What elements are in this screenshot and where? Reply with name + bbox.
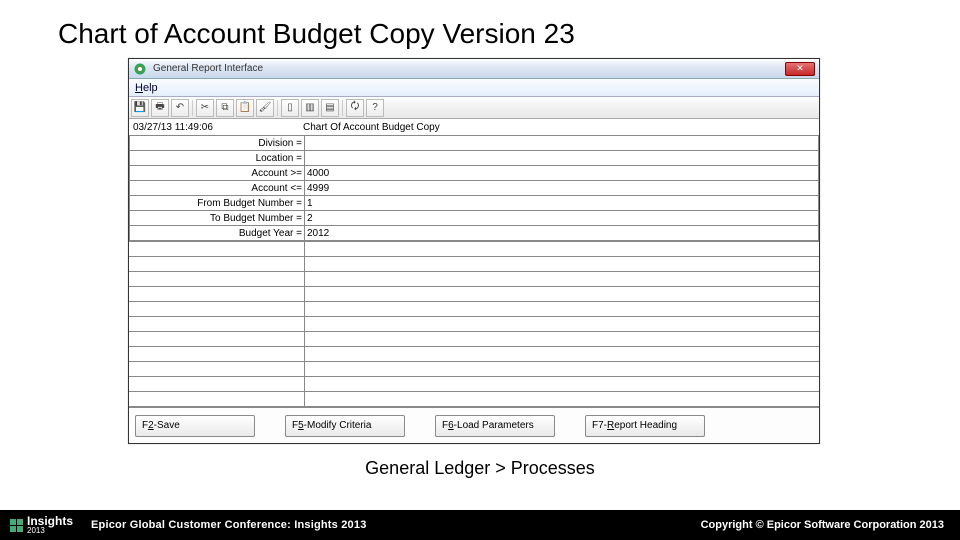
menubar: Help [129, 79, 819, 97]
empty-row [129, 302, 819, 317]
tb-print-button[interactable]: 🖶 [151, 99, 169, 117]
field-division: Division = [130, 136, 819, 151]
tb-col2-button[interactable]: ▥ [301, 99, 319, 117]
help-icon: ? [372, 102, 378, 113]
scissors-icon: ✂ [201, 102, 209, 113]
footer-copyright: Copyright © Epicor Software Corporation … [701, 519, 960, 531]
input-account-gte[interactable]: 4000 [305, 166, 819, 181]
empty-label-col [129, 317, 305, 331]
empty-row [129, 377, 819, 392]
info-row: 03/27/13 11:49:06 Chart Of Account Budge… [129, 119, 819, 135]
slide-footer: Insights 2013 Epicor Global Customer Con… [0, 510, 960, 540]
empty-label-col [129, 287, 305, 301]
timestamp: 03/27/13 11:49:06 [133, 122, 263, 133]
tb-separator-1 [192, 100, 193, 116]
printer-icon: 🖶 [155, 99, 164, 116]
app-icon [133, 62, 147, 76]
f7-report-button[interactable]: F7-Report Heading [585, 415, 705, 437]
empty-label-col [129, 347, 305, 361]
tb-undo-button[interactable]: ↶ [171, 99, 189, 117]
brush-icon: 🖌 [259, 102, 272, 113]
empty-row [129, 317, 819, 332]
empty-label-col [129, 257, 305, 271]
label-account-gte: Account >= [130, 166, 305, 181]
insights-logo: Insights 2013 [0, 515, 83, 535]
field-account-lte: Account <= 4999 [130, 181, 819, 196]
slide-title: Chart of Account Budget Copy Version 23 [0, 0, 960, 58]
form-title: Chart Of Account Budget Copy [263, 122, 815, 133]
tb-help-button[interactable]: ? [366, 99, 384, 117]
input-from-budget[interactable]: 1 [305, 196, 819, 211]
toolbar: 💾 🖶 ↶ ✂ ⧉ 📋 🖌 ▯ ▥ ▤ 🗘 ? [129, 97, 819, 119]
undo-icon: ↶ [176, 102, 184, 113]
menu-help[interactable]: Help [129, 82, 164, 94]
form-table: Division = Location = Account >= 4000 Ac… [129, 135, 819, 241]
label-budget-year: Budget Year = [130, 226, 305, 241]
footer-conference: Epicor Global Customer Conference: Insig… [83, 519, 367, 531]
empty-label-col [129, 362, 305, 376]
empty-row [129, 332, 819, 347]
menu-help-rest: elp [143, 82, 158, 94]
copy-icon: ⧉ [221, 102, 228, 113]
window-title: General Report Interface [151, 63, 781, 74]
f2-save-button[interactable]: F2-Save [135, 415, 255, 437]
clipboard-icon: 📋 [239, 102, 251, 113]
empty-row [129, 257, 819, 272]
empty-row [129, 272, 819, 287]
field-to-budget: To Budget Number = 2 [130, 211, 819, 226]
empty-row [129, 362, 819, 377]
field-budget-year: Budget Year = 2012 [130, 226, 819, 241]
input-account-lte[interactable]: 4999 [305, 181, 819, 196]
empty-label-col [129, 242, 305, 256]
logo-text: Insights 2013 [27, 515, 73, 535]
empty-label-col [129, 272, 305, 286]
empty-label-col [129, 332, 305, 346]
client-area: 03/27/13 11:49:06 Chart Of Account Budge… [129, 119, 819, 443]
column1-icon: ▯ [287, 102, 293, 113]
input-to-budget[interactable]: 2 [305, 211, 819, 226]
refresh-icon: 🗘 [351, 99, 360, 116]
label-from-budget: From Budget Number = [130, 196, 305, 211]
tb-refresh-button[interactable]: 🗘 [346, 99, 364, 117]
close-button[interactable]: ✕ [785, 62, 815, 76]
label-division: Division = [130, 136, 305, 151]
label-location: Location = [130, 151, 305, 166]
input-location[interactable] [305, 151, 819, 166]
empty-label-col [129, 377, 305, 391]
tb-brush-button[interactable]: 🖌 [256, 99, 274, 117]
f6-load-button[interactable]: F6-Load Parameters [435, 415, 555, 437]
tb-copy-button[interactable]: ⧉ [216, 99, 234, 117]
empty-row [129, 287, 819, 302]
titlebar: General Report Interface ✕ [129, 59, 819, 79]
tb-separator-2 [277, 100, 278, 116]
field-location: Location = [130, 151, 819, 166]
column2-icon: ▥ [305, 102, 314, 113]
tb-col3-button[interactable]: ▤ [321, 99, 339, 117]
field-account-gte: Account >= 4000 [130, 166, 819, 181]
field-from-budget: From Budget Number = 1 [130, 196, 819, 211]
f5-modify-button[interactable]: F5-Modify Criteria [285, 415, 405, 437]
input-division[interactable] [305, 136, 819, 151]
column3-icon: ▤ [325, 102, 334, 113]
breadcrumb: General Ledger > Processes [0, 444, 960, 493]
empty-row [129, 347, 819, 362]
label-to-budget: To Budget Number = [130, 211, 305, 226]
empty-label-col [129, 392, 305, 406]
input-budget-year[interactable]: 2012 [305, 226, 819, 241]
empty-row [129, 392, 819, 407]
app-window: General Report Interface ✕ Help 💾 🖶 ↶ ✂ … [128, 58, 820, 444]
function-key-bar: F2-Save F5-Modify Criteria F6-Load Param… [129, 407, 819, 443]
floppy-icon: 💾 [134, 102, 146, 113]
tb-paste-button[interactable]: 📋 [236, 99, 254, 117]
label-account-lte: Account <= [130, 181, 305, 196]
empty-rows [129, 241, 819, 407]
close-icon: ✕ [796, 63, 804, 74]
tb-cut-button[interactable]: ✂ [196, 99, 214, 117]
tb-save-button[interactable]: 💾 [131, 99, 149, 117]
logo-squares-icon [10, 519, 23, 532]
tb-col1-button[interactable]: ▯ [281, 99, 299, 117]
empty-row [129, 242, 819, 257]
empty-label-col [129, 302, 305, 316]
tb-separator-3 [342, 100, 343, 116]
